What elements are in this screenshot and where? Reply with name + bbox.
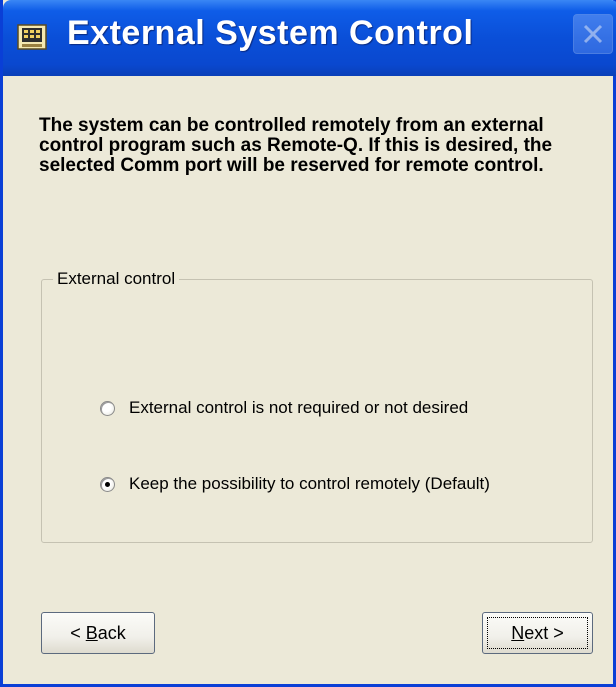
radio-label-keep-remote[interactable]: Keep the possibility to control remotely… [129,474,490,494]
radio-button-not-required[interactable] [100,400,115,416]
radio-option-keep-remote[interactable]: Keep the possibility to control remotely… [100,474,490,494]
title-bar: External System Control [3,0,616,76]
groupbox-legend: External control [53,269,180,289]
radio-option-not-required[interactable]: External control is not required or not … [100,398,468,418]
close-button[interactable] [573,14,613,54]
next-button[interactable]: Next > [482,612,593,654]
next-button-label: Next > [511,622,564,643]
back-button-label: < Back [70,622,126,643]
back-button[interactable]: < Back [41,612,155,654]
radio-label-not-required[interactable]: External control is not required or not … [129,398,468,418]
intro-text: The system can be controlled remotely fr… [39,115,553,176]
dialog-window: External System Control The system can b… [0,0,616,687]
window-title: External System Control [67,14,474,52]
radio-button-keep-remote[interactable] [100,476,115,492]
app-icon [17,22,47,52]
close-icon [583,24,603,44]
